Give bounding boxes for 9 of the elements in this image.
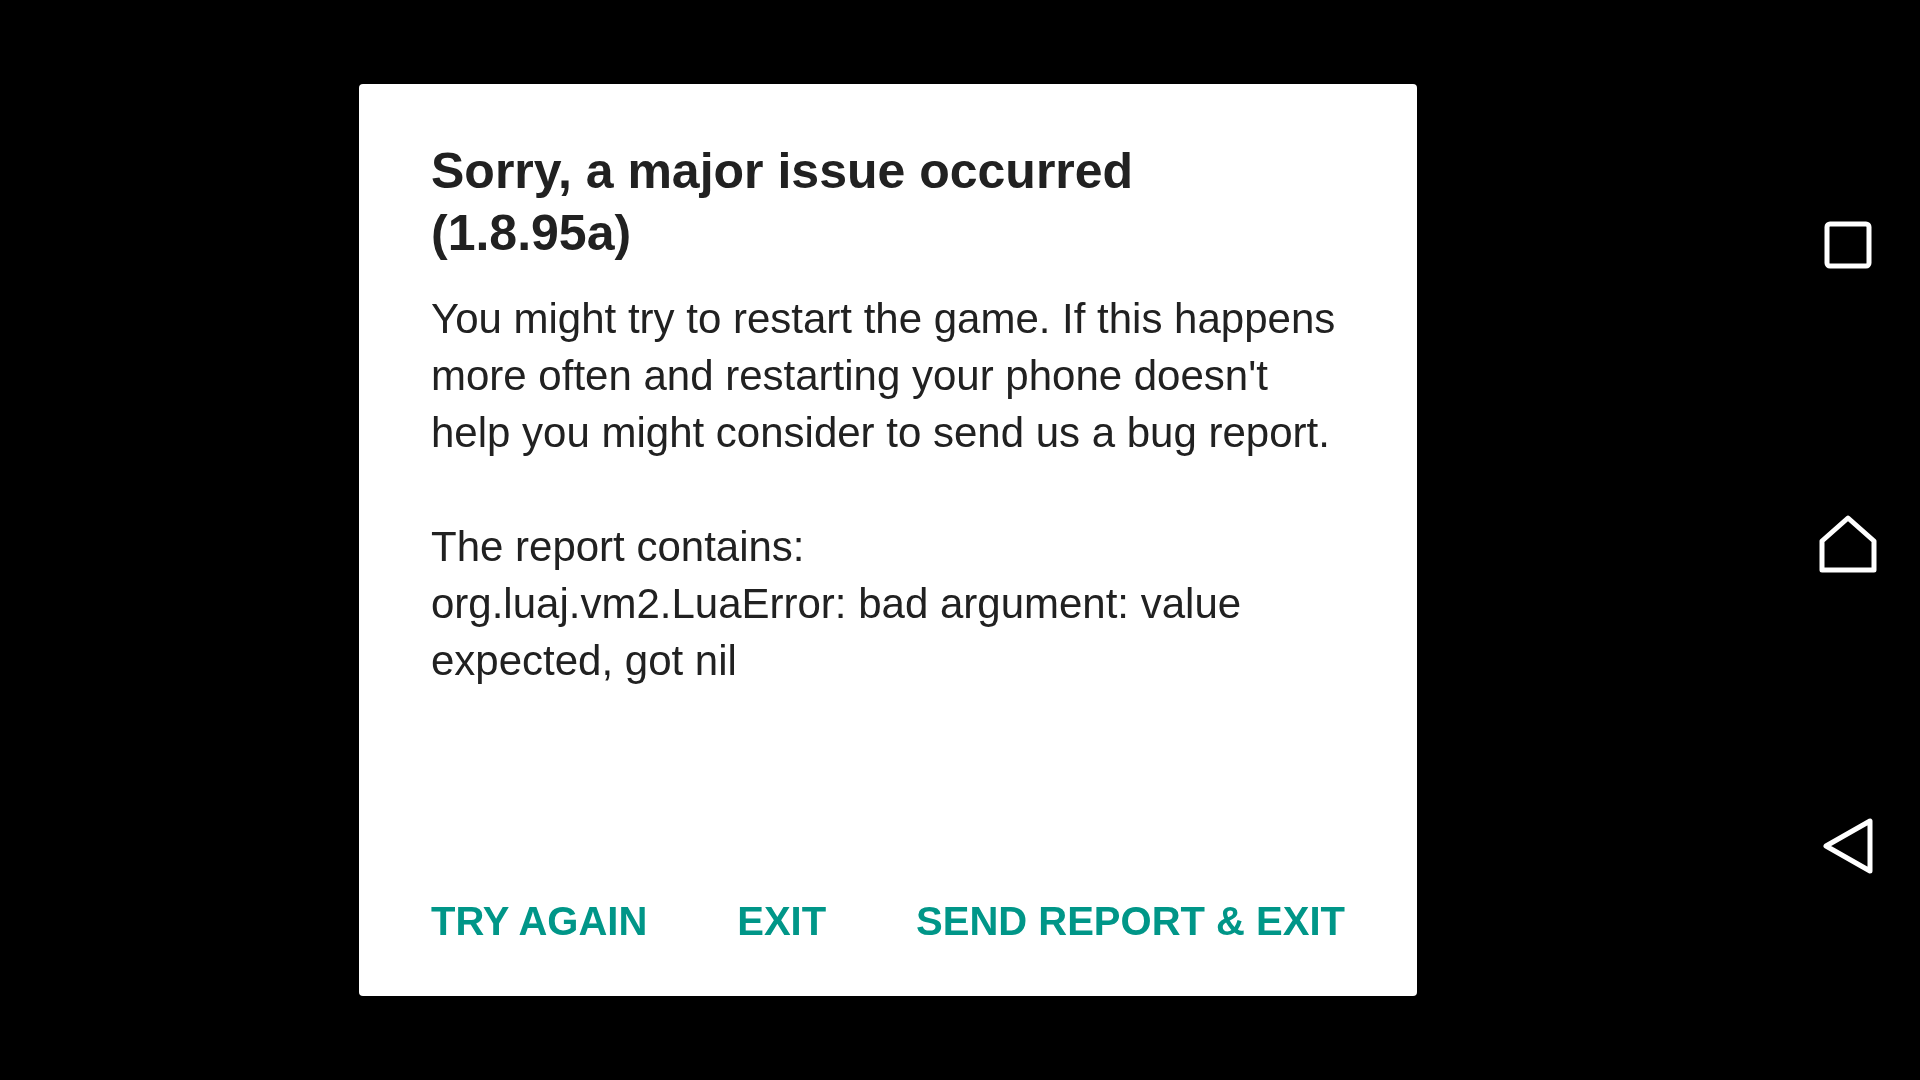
recents-icon[interactable] <box>1823 220 1873 270</box>
dialog-button[interactable]: TRY AGAIN <box>431 893 648 950</box>
dialog-button[interactable]: SEND REPORT & EXIT <box>916 893 1345 950</box>
dialog-title: Sorry, a major issue occurred (1.8.95a) <box>431 142 1135 263</box>
dialog-button[interactable]: EXIT <box>737 893 827 950</box>
dialog-message: You might try to restart the game. If this happens more often and restarting your phone doesn't help you might consider to send us a bug report. <box>431 294 1337 458</box>
dialog-message: The report contains: org.luaj.vm2.LuaError: bad argument: value expected, got nil <box>431 522 1243 686</box>
back-icon[interactable] <box>1821 817 1875 875</box>
home-icon[interactable] <box>1818 513 1878 574</box>
